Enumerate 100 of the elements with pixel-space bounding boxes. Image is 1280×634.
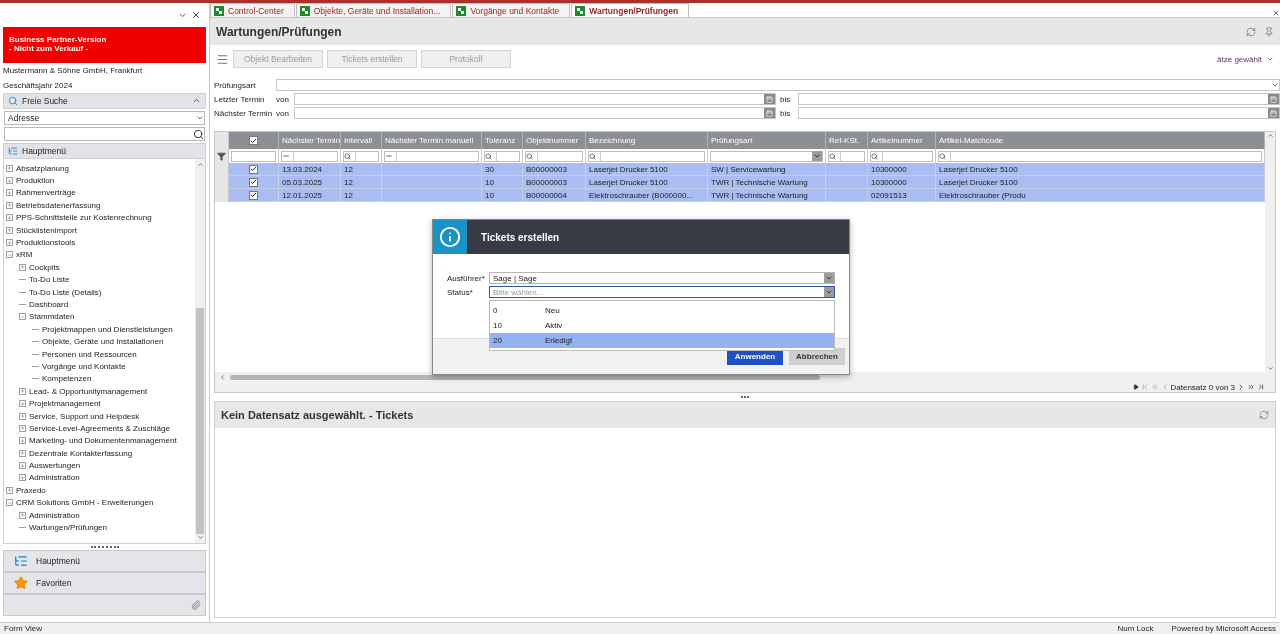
- scroll-up-icon[interactable]: [1266, 132, 1274, 139]
- refresh-icon[interactable]: [1259, 410, 1269, 420]
- pin-icon[interactable]: [1264, 26, 1274, 37]
- search-type-select[interactable]: Adresse: [4, 111, 205, 125]
- tree-item[interactable]: Absatzplanung: [16, 163, 69, 173]
- scrollbar[interactable]: [1265, 132, 1275, 372]
- expand-icon[interactable]: [6, 214, 13, 222]
- dropdown-icon[interactable]: [824, 273, 834, 283]
- checkbox[interactable]: [249, 164, 258, 174]
- operator-icon[interactable]: [485, 151, 497, 161]
- scroll-down-icon[interactable]: [196, 534, 204, 541]
- tab[interactable]: Vorgänge und Kontakte: [452, 3, 571, 17]
- tree-item[interactable]: Stücklistenimport: [16, 225, 77, 235]
- tab[interactable]: Objekte, Geräte und Installation...: [295, 3, 452, 17]
- tree-item[interactable]: Auswertungen: [29, 461, 81, 471]
- operator-icon[interactable]: [871, 151, 883, 161]
- tree-item[interactable]: To-Do Liste: [29, 275, 70, 285]
- expand-icon[interactable]: [6, 239, 13, 247]
- tree-item[interactable]: Rahmenverträge: [16, 188, 76, 198]
- close-icon[interactable]: [191, 10, 201, 20]
- last-record-icon[interactable]: [1257, 383, 1265, 391]
- tree-item[interactable]: Stammdaten: [29, 312, 75, 322]
- filter-field[interactable]: [708, 149, 826, 163]
- table-row[interactable]: 05.03.2025 12 10 B00000003 Laserjet Drucker 5100 TWR | Technische Wartung 10300000 Laserjet Drucker 5100: [215, 176, 1265, 189]
- tree-item[interactable]: Praxedo: [16, 485, 46, 495]
- tree-item[interactable]: Cockpits: [29, 262, 60, 272]
- paperclip-icon[interactable]: [191, 600, 201, 610]
- filter-field[interactable]: [586, 149, 708, 163]
- collapse-icon[interactable]: [19, 313, 26, 321]
- operator-icon[interactable]: [526, 151, 538, 161]
- selection-label[interactable]: ätze gewählt: [1217, 54, 1262, 64]
- scroll-up-icon[interactable]: [196, 161, 204, 168]
- menu-icon[interactable]: [216, 52, 229, 66]
- dropdown-icon[interactable]: [1271, 81, 1279, 89]
- grip-handle[interactable]: [90, 546, 119, 548]
- filter-field[interactable]: [482, 149, 523, 163]
- select-field[interactable]: Sage | Sage: [489, 272, 835, 284]
- collapse-icon[interactable]: [6, 499, 13, 507]
- filter-field[interactable]: [231, 150, 276, 162]
- expand-icon[interactable]: [19, 424, 26, 432]
- date-field[interactable]: [798, 93, 1280, 105]
- dropdown-icon[interactable]: [1266, 55, 1274, 63]
- operator-icon[interactable]: [829, 151, 841, 161]
- filter-field[interactable]: [382, 149, 482, 163]
- date-field[interactable]: [798, 107, 1280, 119]
- expand-icon[interactable]: [6, 486, 13, 494]
- table-row[interactable]: 12.01.2025 12 10 B00000004 Elektroschrauber (B000000... TWR | Technische Wartung 02091513 Elektroschrauber (Produ: [215, 189, 1265, 202]
- checkbox[interactable]: [249, 136, 258, 145]
- dropdown-icon[interactable]: [812, 151, 822, 161]
- tree-item[interactable]: Objekte, Geräte und Installationen: [42, 337, 164, 347]
- tree-item[interactable]: Administration: [29, 473, 80, 483]
- calendar-icon[interactable]: [764, 94, 775, 104]
- tree-item[interactable]: Projektmanagement: [29, 399, 101, 409]
- refresh-icon[interactable]: [1246, 26, 1256, 37]
- expand-icon[interactable]: [6, 201, 13, 209]
- filter-field[interactable]: [279, 149, 341, 163]
- tree-item[interactable]: Lead- & Opportunitymanagement: [29, 386, 148, 396]
- filter-field[interactable]: [523, 149, 586, 163]
- grip-handle[interactable]: [741, 396, 749, 398]
- tree-item[interactable]: Produktion: [16, 176, 55, 186]
- expand-icon[interactable]: [19, 449, 26, 457]
- checkbox[interactable]: [249, 190, 258, 200]
- scroll-down-icon[interactable]: [1266, 365, 1274, 372]
- table-row[interactable]: 13.03.2024 12 30 B00000003 Laserjet Drucker 5100 SW | Servicewartung 10300000 Laserjet Drucker 5100: [215, 163, 1265, 176]
- first-record-icon[interactable]: [1140, 383, 1149, 391]
- fast-forward-icon[interactable]: [1247, 383, 1255, 391]
- calendar-icon[interactable]: [1268, 94, 1279, 104]
- operator-icon[interactable]: [282, 151, 294, 161]
- tree-item[interactable]: Produktionstools: [16, 238, 76, 248]
- date-field[interactable]: [294, 93, 776, 105]
- tree-item[interactable]: Personen und Ressourcen: [42, 349, 137, 359]
- tree-item[interactable]: Vorgänge und Kontakte: [42, 361, 126, 371]
- tree-item[interactable]: Projektmappen und Dienstleistungen: [42, 324, 173, 334]
- row-selector[interactable]: [215, 189, 229, 202]
- tree-item[interactable]: Marketing- und Dokumentenmanagement: [29, 436, 177, 446]
- search-field[interactable]: [4, 127, 205, 141]
- tree-item[interactable]: CRM Solutions GmbH - Erweiterungen: [16, 498, 154, 508]
- search-panel-header[interactable]: Freie Suche: [3, 93, 206, 109]
- expand-icon[interactable]: [6, 177, 13, 185]
- scroll-left-icon[interactable]: [219, 373, 226, 381]
- expand-icon[interactable]: [19, 263, 26, 271]
- operator-icon[interactable]: [385, 151, 397, 161]
- calendar-icon[interactable]: [1268, 108, 1279, 118]
- rewind-icon[interactable]: [1150, 383, 1159, 391]
- tab[interactable]: Control-Center: [210, 3, 295, 17]
- dropdown-option[interactable]: 20 Erledigt: [490, 333, 834, 348]
- filter-field[interactable]: [826, 149, 868, 163]
- expand-icon[interactable]: [19, 462, 26, 470]
- expand-icon[interactable]: [6, 226, 13, 234]
- expand-icon[interactable]: [19, 511, 26, 519]
- tree-item[interactable]: To-Do Liste (Details): [29, 287, 102, 297]
- expand-icon[interactable]: [19, 412, 26, 420]
- filter-field[interactable]: [341, 149, 382, 163]
- tab[interactable]: Wartungen/Prüfungen: [571, 3, 690, 17]
- expand-icon[interactable]: [19, 400, 26, 408]
- tree-item[interactable]: Kompetenzen: [42, 374, 92, 384]
- dropdown-icon[interactable]: [196, 114, 204, 122]
- dropdown-icon[interactable]: [824, 287, 834, 297]
- date-field[interactable]: [294, 107, 776, 119]
- nav-button[interactable]: Hauptmenü: [3, 550, 206, 572]
